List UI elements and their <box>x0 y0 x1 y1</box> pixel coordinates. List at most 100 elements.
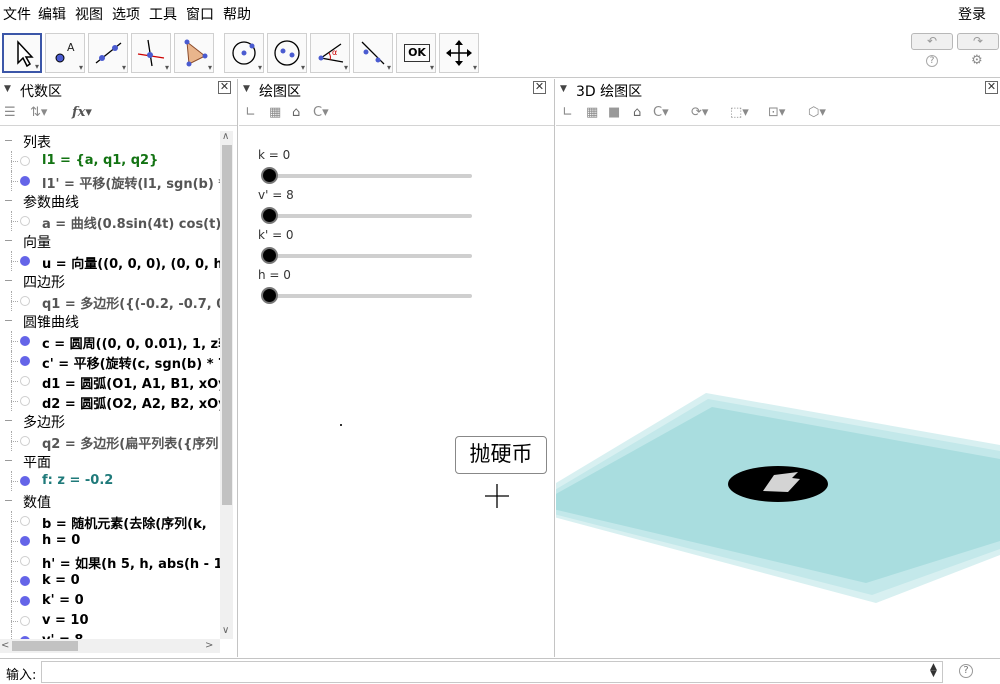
sort-order-icon[interactable]: ⇅▾ <box>30 105 47 120</box>
algebra-item[interactable]: v = 10 <box>0 611 220 631</box>
slider-track[interactable] <box>268 174 472 178</box>
algebra-item[interactable]: k = 0 <box>0 571 220 591</box>
gear-icon[interactable]: ⚙ <box>971 53 983 68</box>
algebra-category[interactable]: 列表 <box>0 131 220 151</box>
algebra-item[interactable]: h' = 如果(h 5, h, abs(h - 10 <box>0 551 220 571</box>
view-menu-icon[interactable]: C▾ <box>653 105 669 120</box>
collapse-dash-icon[interactable] <box>5 280 12 281</box>
scroll-thumb[interactable] <box>222 145 232 505</box>
visibility-toggle[interactable] <box>20 556 30 566</box>
collapse-dash-icon[interactable] <box>5 240 12 241</box>
grid-icon[interactable]: ▦ <box>586 105 598 120</box>
collapse-dash-icon[interactable] <box>5 500 12 501</box>
view-direction-icon[interactable]: ⬚▾ <box>730 105 749 120</box>
algebra-item[interactable]: v' = 8 <box>0 631 220 639</box>
collapse-dash-icon[interactable] <box>5 200 12 201</box>
help-icon[interactable]: ? <box>959 664 973 678</box>
algebra-category[interactable]: 参数曲线 <box>0 191 220 211</box>
collapse-dash-icon[interactable] <box>5 140 12 141</box>
slider-track[interactable] <box>268 214 472 218</box>
algebra-item[interactable]: c = 圆周((0, 0, 0.01), 1, z轴 <box>0 331 220 351</box>
algebra-category[interactable]: 数值 <box>0 491 220 511</box>
visibility-toggle[interactable] <box>20 336 30 346</box>
close-icon[interactable]: ✕ <box>985 81 998 94</box>
algebra-horizontal-scrollbar[interactable]: < > <box>0 639 220 653</box>
algebra-item[interactable]: d1 = 圆弧(O1, A1, B1, xOy平 <box>0 371 220 391</box>
function-icon[interactable]: fx▾ <box>72 105 92 120</box>
collapse-dash-icon[interactable] <box>5 320 12 321</box>
collapse-dash-icon[interactable] <box>5 460 12 461</box>
visibility-toggle[interactable] <box>20 216 30 226</box>
help-icon[interactable]: ? <box>926 55 938 67</box>
flip-coin-button[interactable]: 抛硬币 <box>455 436 547 474</box>
collapse-triangle-icon[interactable]: ▼ <box>560 84 567 94</box>
close-icon[interactable]: ✕ <box>533 81 546 94</box>
algebra-vertical-scrollbar[interactable]: ∧ ∨ <box>220 131 233 639</box>
visibility-toggle[interactable] <box>20 536 30 546</box>
menu-options[interactable]: 选项 <box>112 4 140 24</box>
move-tool-button[interactable]: ▾ <box>2 33 42 73</box>
menu-edit[interactable]: 编辑 <box>38 4 66 24</box>
menu-help[interactable]: 帮助 <box>223 4 251 24</box>
ok-tool-button[interactable]: OK ▾ <box>396 33 436 73</box>
visibility-toggle[interactable] <box>20 156 30 166</box>
slider-track[interactable] <box>268 254 472 258</box>
scroll-thumb-horizontal[interactable] <box>12 641 78 651</box>
menu-file[interactable]: 文件 <box>3 4 31 24</box>
menu-tools[interactable]: 工具 <box>149 4 177 24</box>
undo-button[interactable]: ↶ <box>911 33 953 50</box>
collapse-dash-icon[interactable] <box>5 420 12 421</box>
algebra-item[interactable]: c' = 平移(旋转(c, sgn(b) * 7 <box>0 351 220 371</box>
rotate-view-icon[interactable]: ⟳▾ <box>691 105 708 120</box>
home-icon[interactable]: ⌂ <box>633 105 641 120</box>
algebra-category[interactable]: 平面 <box>0 451 220 471</box>
algebra-item[interactable]: l1' = 平移(旋转(l1, sgn(b) * 7 <box>0 171 220 191</box>
algebra-item[interactable]: b = 随机元素(去除(序列(k, <box>0 511 220 531</box>
algebra-item[interactable]: a = 曲线(0.8sin(4t) cos(t), 0.8 <box>0 211 220 231</box>
visibility-toggle[interactable] <box>20 376 30 386</box>
scroll-down-icon[interactable]: ∨ <box>222 625 229 636</box>
slider-knob[interactable] <box>261 167 278 184</box>
menu-view[interactable]: 视图 <box>75 4 103 24</box>
input-history-icon[interactable]: ▲ ▼ <box>930 663 937 679</box>
axes-icon[interactable]: ∟ <box>562 105 573 120</box>
line-tool-button[interactable]: ▾ <box>88 33 128 73</box>
slider-track[interactable] <box>268 294 472 298</box>
home-icon[interactable]: ⌂ <box>292 105 300 120</box>
algebra-item[interactable]: f: z = -0.2 <box>0 471 220 491</box>
visibility-toggle[interactable] <box>20 516 30 526</box>
scroll-right-icon[interactable]: > <box>205 640 213 651</box>
algebra-item[interactable]: k' = 0 <box>0 591 220 611</box>
visibility-toggle[interactable] <box>20 436 30 446</box>
point-tool-button[interactable]: A ▾ <box>45 33 85 73</box>
slider-knob[interactable] <box>261 207 278 224</box>
algebra-item[interactable]: u = 向量((0, 0, 0), (0, 0, h')) <box>0 251 220 271</box>
algebra-item[interactable]: d2 = 圆弧(O2, A2, B2, xOy平 <box>0 391 220 411</box>
axes-icon[interactable]: ∟ <box>245 105 256 120</box>
close-icon[interactable]: ✕ <box>218 81 231 94</box>
view-menu-icon[interactable]: C▾ <box>313 105 329 120</box>
angle-tool-button[interactable]: α ▾ <box>310 33 350 73</box>
visibility-toggle[interactable] <box>20 296 30 306</box>
circle-tool-button[interactable]: ▾ <box>224 33 264 73</box>
slider-knob[interactable] <box>261 247 278 264</box>
clipping-icon[interactable]: ⊡▾ <box>768 105 785 120</box>
algebra-category[interactable]: 向量 <box>0 231 220 251</box>
slider-knob[interactable] <box>261 287 278 304</box>
projection-icon[interactable]: ⬡▾ <box>808 105 826 120</box>
visibility-toggle[interactable] <box>20 576 30 586</box>
move-view-tool-button[interactable]: ▾ <box>439 33 479 73</box>
visibility-toggle[interactable] <box>20 256 30 266</box>
visibility-toggle[interactable] <box>20 396 30 406</box>
plane-icon[interactable]: ■ <box>608 105 620 120</box>
visibility-toggle[interactable] <box>20 596 30 606</box>
algebra-category[interactable]: 圆锥曲线 <box>0 311 220 331</box>
algebra-item[interactable]: q2 = 多边形(扁平列表({序列 <box>0 431 220 451</box>
visibility-toggle[interactable] <box>20 476 30 486</box>
algebra-item[interactable]: h = 0 <box>0 531 220 551</box>
polygon-tool-button[interactable]: ▾ <box>174 33 214 73</box>
algebra-category[interactable]: 四边形 <box>0 271 220 291</box>
scroll-left-icon[interactable]: < <box>1 640 9 651</box>
algebra-item[interactable]: l1 = {a, q1, q2} <box>0 151 220 171</box>
visibility-toggle[interactable] <box>20 176 30 186</box>
